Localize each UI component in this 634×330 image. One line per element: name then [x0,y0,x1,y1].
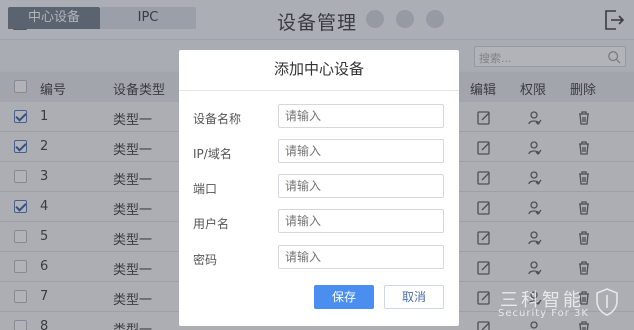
ip-domain-input[interactable] [278,139,444,163]
watermark: 三科智能 Security For 3K [496,286,626,326]
field-label-port: 端口 [193,182,218,196]
watermark-line2: Security For 3K [498,308,589,319]
password-input[interactable] [278,245,444,269]
shield-icon [596,288,618,316]
device-name-input[interactable] [278,104,444,128]
field-label-password: 密码 [193,253,218,267]
dialog-divider [179,90,459,91]
cancel-button[interactable]: 取消 [384,285,444,309]
username-input[interactable] [278,209,444,233]
add-device-dialog: 添加中心设备 设备名称 IP/域名 端口 用户名 密码 保存 取消 [179,50,459,326]
dialog-title: 添加中心设备 [273,60,364,78]
field-label-ip: IP/域名 [193,147,232,161]
save-button[interactable]: 保存 [314,285,374,309]
field-label-device-name: 设备名称 [193,112,242,126]
field-label-username: 用户名 [193,217,230,231]
port-input[interactable] [278,174,444,198]
